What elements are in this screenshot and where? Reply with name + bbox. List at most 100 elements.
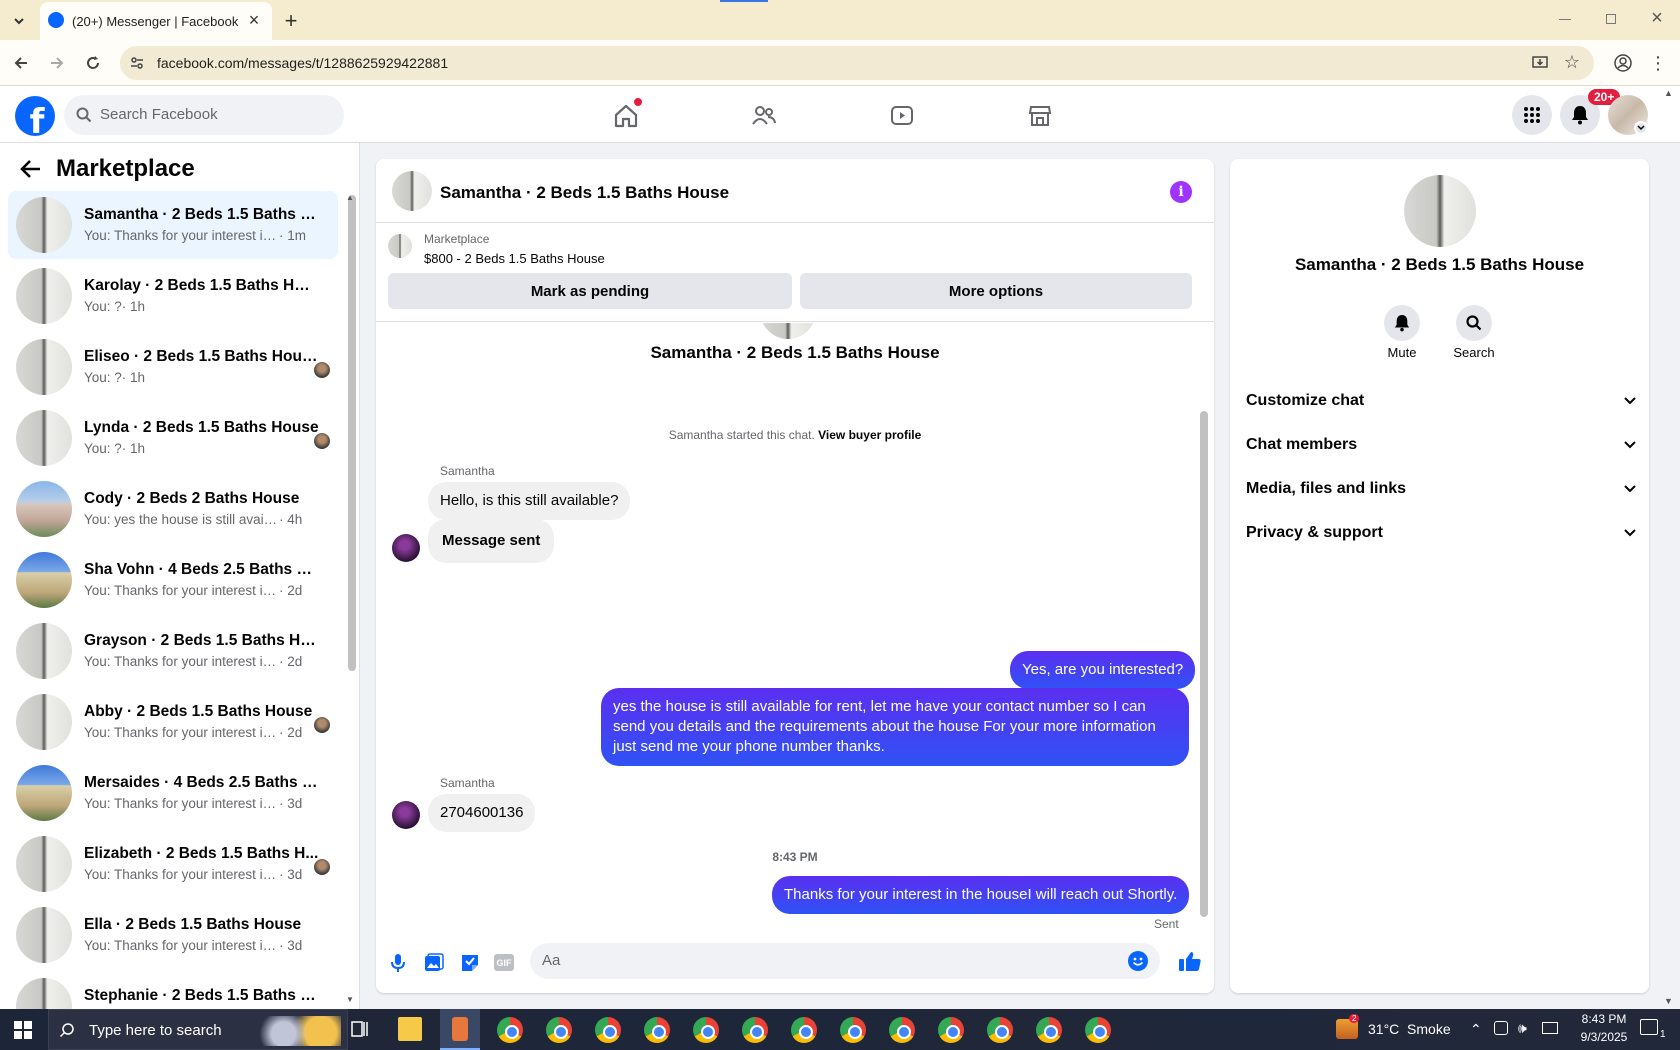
account-avatar[interactable] xyxy=(1608,95,1648,135)
menu-grid-icon[interactable] xyxy=(1512,95,1552,135)
restore-icon[interactable] xyxy=(1596,6,1626,32)
bell-icon[interactable] xyxy=(1384,305,1420,341)
info-avatar[interactable] xyxy=(1404,175,1476,247)
scroll-up-icon[interactable]: ▲ xyxy=(346,193,358,202)
listing-thumbnail[interactable] xyxy=(388,234,412,258)
windows-start-icon[interactable] xyxy=(14,1021,32,1042)
show-hidden-icons-icon[interactable]: ⌃ xyxy=(1470,1021,1482,1038)
section-media-files[interactable]: Media, files and links xyxy=(1246,469,1636,509)
back-arrow-icon[interactable] xyxy=(20,159,42,182)
message-bubble-incoming[interactable]: Message sent xyxy=(428,519,555,563)
search-label[interactable]: Search xyxy=(1444,345,1504,360)
home-icon[interactable] xyxy=(606,96,646,136)
thread-scrollbar[interactable] xyxy=(1200,411,1208,917)
marketplace-icon[interactable] xyxy=(1020,96,1060,136)
notifications-icon[interactable]: 20+ xyxy=(1560,89,1621,135)
site-info-icon[interactable] xyxy=(128,54,146,72)
bookmark-star-icon[interactable]: ☆ xyxy=(1562,52,1582,72)
chrome-icon[interactable] xyxy=(1036,1017,1062,1043)
chrome-icon[interactable] xyxy=(644,1017,670,1043)
like-thumb-icon[interactable] xyxy=(1178,950,1202,975)
clock-date[interactable]: 9/3/2025 xyxy=(1574,1030,1634,1044)
new-tab-button[interactable]: + xyxy=(278,8,304,34)
search-chat-icon[interactable] xyxy=(1456,305,1492,341)
mark-pending-button[interactable]: Mark as pending xyxy=(388,273,792,309)
conversation-scrollbar[interactable] xyxy=(348,195,356,671)
conversation-item[interactable]: Ella · 2 Beds 1.5 Baths House You: Thanks… xyxy=(8,901,338,969)
tab-search-icon[interactable] xyxy=(6,8,32,34)
chrome-icon[interactable] xyxy=(742,1017,768,1043)
install-app-icon[interactable] xyxy=(1530,53,1550,73)
chrome-icon[interactable] xyxy=(546,1017,572,1043)
section-customize-chat[interactable]: Customize chat xyxy=(1246,381,1636,421)
notification-center-icon[interactable] xyxy=(1640,1019,1658,1035)
taskbar-pinned-app[interactable] xyxy=(440,1009,480,1050)
listing-detail[interactable]: $800 - 2 Beds 1.5 Baths House xyxy=(424,251,605,266)
section-privacy-support[interactable]: Privacy & support xyxy=(1246,513,1636,553)
minimize-icon[interactable] xyxy=(1550,6,1580,32)
mute-label[interactable]: Mute xyxy=(1372,345,1432,360)
conversation-item[interactable]: Stephanie · 2 Beds 1.5 Baths Hou... xyxy=(8,972,338,1009)
chrome-icon[interactable] xyxy=(938,1017,964,1043)
message-bubble-outgoing[interactable]: Yes, are you interested? xyxy=(1010,651,1196,689)
chrome-icon[interactable] xyxy=(497,1017,523,1043)
message-input[interactable]: Aa xyxy=(530,943,1160,979)
conversation-item[interactable]: Elizabeth · 2 Beds 1.5 Baths H... You: Th… xyxy=(8,830,338,898)
message-bubble-outgoing[interactable]: Thanks for your interest in the houseI w… xyxy=(772,876,1190,914)
chrome-icon[interactable] xyxy=(840,1017,866,1043)
volume-icon[interactable]: 🕪 xyxy=(1518,1020,1527,1037)
message-bubble-incoming[interactable]: Hello, is this still available? xyxy=(428,482,631,520)
conversation-item[interactable]: Grayson · 2 Beds 1.5 Baths House You: Tha… xyxy=(8,617,338,685)
task-view-icon[interactable] xyxy=(350,1019,370,1042)
conversation-item[interactable]: Cody · 2 Beds 2 Baths House You: yes the … xyxy=(8,475,338,543)
message-bubble-outgoing[interactable]: yes the house is still available for ren… xyxy=(601,688,1189,766)
chrome-icon[interactable] xyxy=(1085,1017,1111,1043)
taskbar-search[interactable]: Type here to search xyxy=(48,1009,348,1050)
sender-avatar[interactable] xyxy=(392,534,420,562)
url-bar[interactable]: facebook.com/messages/t/1288625929422881… xyxy=(120,46,1594,80)
conversation-item[interactable]: Karolay · 2 Beds 1.5 Baths House You: ?· … xyxy=(8,262,338,330)
photo-icon[interactable] xyxy=(424,953,444,976)
facebook-logo[interactable]: f xyxy=(15,96,55,136)
gif-icon[interactable]: GIF xyxy=(494,954,514,971)
chrome-icon[interactable] xyxy=(791,1017,817,1043)
emoji-icon[interactable] xyxy=(1128,951,1148,971)
reload-icon[interactable] xyxy=(80,50,106,76)
message-bubble-incoming[interactable]: 2704600136 xyxy=(428,794,536,832)
meet-icon[interactable] xyxy=(1494,1021,1508,1035)
chat-header-title[interactable]: Samantha · 2 Beds 1.5 Baths House xyxy=(440,183,729,203)
conversation-item[interactable]: Lynda · 2 Beds 1.5 Baths House You: ?· 1h xyxy=(8,404,338,472)
clock-time[interactable]: 8:43 PM xyxy=(1574,1012,1634,1026)
network-icon[interactable] xyxy=(1542,1022,1558,1034)
conversation-item[interactable]: Abby · 2 Beds 1.5 Baths House You: Thanks… xyxy=(8,688,338,756)
close-window-icon[interactable]: × xyxy=(1642,4,1672,32)
sticker-icon[interactable] xyxy=(460,953,480,976)
info-icon[interactable]: i xyxy=(1170,181,1192,203)
page-scroll-down-icon[interactable]: ▼ xyxy=(1664,996,1673,1006)
chrome-icon[interactable] xyxy=(987,1017,1013,1043)
conversation-item[interactable]: Eliseo · 2 Beds 1.5 Baths House You: ?· 1… xyxy=(8,333,338,401)
more-options-button[interactable]: More options xyxy=(800,273,1192,309)
browser-menu-icon[interactable]: ⋮ xyxy=(1646,50,1670,76)
conversation-item[interactable]: Mersaides · 4 Beds 2.5 Baths Ho... You: T… xyxy=(8,759,338,827)
tab-messenger[interactable]: (20+) Messenger | Facebook × xyxy=(40,2,272,40)
sticky-notes-icon[interactable] xyxy=(398,1017,422,1041)
view-buyer-profile-link[interactable]: View buyer profile xyxy=(818,428,921,442)
weather-text[interactable]: 31°C Smoke xyxy=(1368,1021,1451,1037)
section-chat-members[interactable]: Chat members xyxy=(1246,425,1636,465)
video-icon[interactable] xyxy=(882,96,922,136)
scroll-down-icon[interactable]: ▼ xyxy=(346,995,358,1004)
microphone-icon[interactable] xyxy=(390,953,406,976)
chrome-icon[interactable] xyxy=(693,1017,719,1043)
page-scroll-up-icon[interactable]: ▲ xyxy=(1664,88,1673,98)
conversation-item[interactable]: Sha Vohn · 4 Beds 2.5 Baths Hou... You: T… xyxy=(8,546,338,614)
sender-avatar[interactable] xyxy=(392,801,420,829)
chrome-icon[interactable] xyxy=(889,1017,915,1043)
chrome-icon[interactable] xyxy=(595,1017,621,1043)
tab-close-icon[interactable]: × xyxy=(244,10,264,30)
back-icon[interactable] xyxy=(8,50,34,76)
profile-icon[interactable] xyxy=(1610,50,1636,76)
facebook-search-input[interactable]: Search Facebook xyxy=(64,95,344,135)
conversation-item[interactable]: Samantha · 2 Beds 1.5 Baths Ho... You: Th… xyxy=(8,191,338,259)
forward-icon[interactable] xyxy=(44,50,70,76)
